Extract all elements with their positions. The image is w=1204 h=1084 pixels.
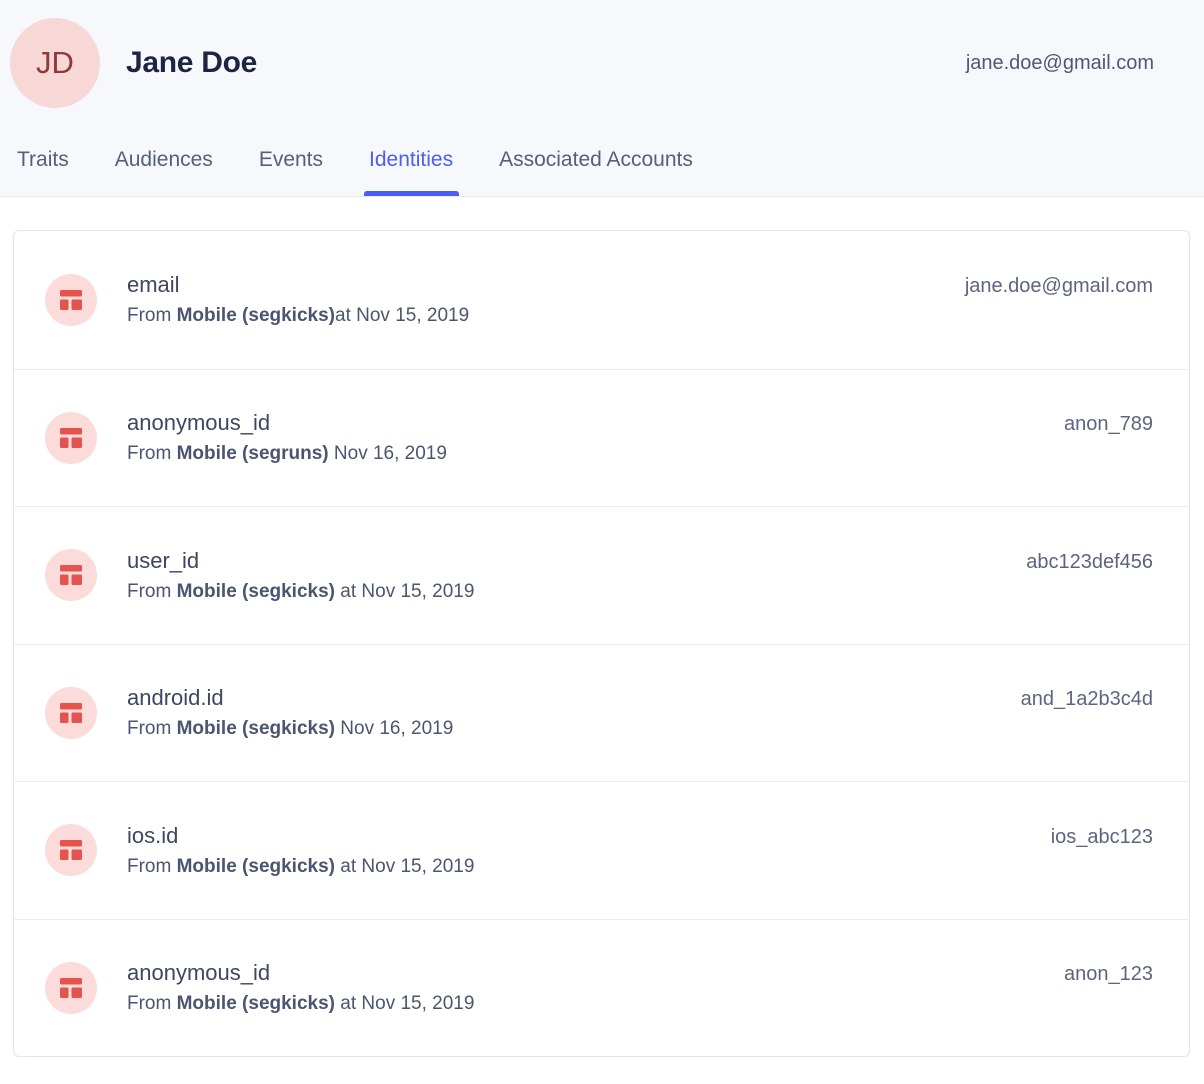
source-layout-icon bbox=[45, 549, 97, 601]
identity-date: at Nov 15, 2019 bbox=[335, 856, 474, 877]
identity-origin: From Mobile (segruns) Nov 16, 2019 bbox=[127, 443, 1153, 465]
identity-value: anon_789 bbox=[1064, 413, 1153, 436]
identity-name: user_id bbox=[127, 548, 199, 574]
identity-source: Mobile (segkicks) bbox=[177, 856, 335, 877]
profile-tabs: Traits Audiences Events Identities Assoc… bbox=[0, 108, 1204, 196]
source-layout-icon bbox=[45, 962, 97, 1014]
identity-text: anonymous_id anon_123 From Mobile (segkic… bbox=[127, 960, 1153, 1015]
identity-name: email bbox=[127, 272, 180, 298]
identities-list-card: email jane.doe@gmail.com From Mobile (seg… bbox=[13, 230, 1190, 1057]
source-layout-icon bbox=[45, 824, 97, 876]
identity-origin: From Mobile (segkicks) Nov 16, 2019 bbox=[127, 718, 1153, 740]
tab-events[interactable]: Events bbox=[259, 148, 323, 196]
avatar-initials: JD bbox=[36, 45, 74, 81]
identity-source: Mobile (segkicks) bbox=[177, 718, 335, 739]
identity-origin: From Mobile (segkicks) at Nov 15, 2019 bbox=[127, 993, 1153, 1015]
identity-text: ios.id ios_abc123 From Mobile (segkicks) … bbox=[127, 823, 1153, 878]
identity-text: user_id abc123def456 From Mobile (segkick… bbox=[127, 548, 1153, 603]
identity-row: anonymous_id anon_789 From Mobile (segrun… bbox=[14, 369, 1189, 507]
identity-origin: From Mobile (segkicks) at Nov 15, 2019 bbox=[127, 581, 1153, 603]
identity-origin: From Mobile (segkicks)at Nov 15, 2019 bbox=[127, 305, 1153, 327]
identity-source: Mobile (segkicks) bbox=[177, 993, 335, 1014]
identity-source: Mobile (segkicks) bbox=[177, 581, 335, 602]
identity-row: anonymous_id anon_123 From Mobile (segkic… bbox=[14, 919, 1189, 1057]
identity-value: anon_123 bbox=[1064, 963, 1153, 986]
identity-date: at Nov 15, 2019 bbox=[335, 993, 474, 1014]
identity-origin-prefix: From bbox=[127, 305, 177, 326]
identity-source: Mobile (segkicks) bbox=[177, 305, 335, 326]
identity-row: ios.id ios_abc123 From Mobile (segkicks) … bbox=[14, 781, 1189, 919]
identity-date: Nov 16, 2019 bbox=[329, 443, 447, 464]
identity-text: email jane.doe@gmail.com From Mobile (seg… bbox=[127, 272, 1153, 327]
identity-date: Nov 16, 2019 bbox=[335, 718, 453, 739]
identity-row: android.id and_1a2b3c4d From Mobile (segk… bbox=[14, 644, 1189, 782]
identity-origin-prefix: From bbox=[127, 718, 177, 739]
tab-associated-accounts[interactable]: Associated Accounts bbox=[499, 148, 693, 196]
page-title: Jane Doe bbox=[126, 46, 257, 80]
identity-value: and_1a2b3c4d bbox=[1021, 688, 1153, 711]
source-layout-icon bbox=[45, 687, 97, 739]
profile-header: JD Jane Doe jane.doe@gmail.com Traits Au… bbox=[0, 0, 1204, 197]
identity-value: jane.doe@gmail.com bbox=[965, 275, 1153, 298]
identity-origin-prefix: From bbox=[127, 443, 177, 464]
identity-text: android.id and_1a2b3c4d From Mobile (segk… bbox=[127, 685, 1153, 740]
tab-traits[interactable]: Traits bbox=[17, 148, 69, 196]
identity-origin-prefix: From bbox=[127, 581, 177, 602]
identity-origin-prefix: From bbox=[127, 856, 177, 877]
source-layout-icon bbox=[45, 412, 97, 464]
identity-value: ios_abc123 bbox=[1051, 826, 1153, 849]
source-layout-icon bbox=[45, 274, 97, 326]
identity-date: at Nov 15, 2019 bbox=[335, 305, 469, 326]
profile-header-top: JD Jane Doe jane.doe@gmail.com bbox=[0, 0, 1204, 108]
identity-row: user_id abc123def456 From Mobile (segkick… bbox=[14, 506, 1189, 644]
avatar: JD bbox=[10, 18, 100, 108]
identity-origin: From Mobile (segkicks) at Nov 15, 2019 bbox=[127, 856, 1153, 878]
profile-email: jane.doe@gmail.com bbox=[966, 52, 1154, 75]
identity-name: ios.id bbox=[127, 823, 178, 849]
tab-identities[interactable]: Identities bbox=[369, 148, 453, 196]
identity-date: at Nov 15, 2019 bbox=[335, 581, 474, 602]
identity-value: abc123def456 bbox=[1026, 551, 1153, 574]
identity-row: email jane.doe@gmail.com From Mobile (seg… bbox=[14, 231, 1189, 369]
tab-audiences[interactable]: Audiences bbox=[115, 148, 213, 196]
identity-name: anonymous_id bbox=[127, 410, 270, 436]
identity-name: anonymous_id bbox=[127, 960, 270, 986]
identity-source: Mobile (segruns) bbox=[177, 443, 329, 464]
identity-name: android.id bbox=[127, 685, 224, 711]
identity-origin-prefix: From bbox=[127, 993, 177, 1014]
identity-text: anonymous_id anon_789 From Mobile (segrun… bbox=[127, 410, 1153, 465]
